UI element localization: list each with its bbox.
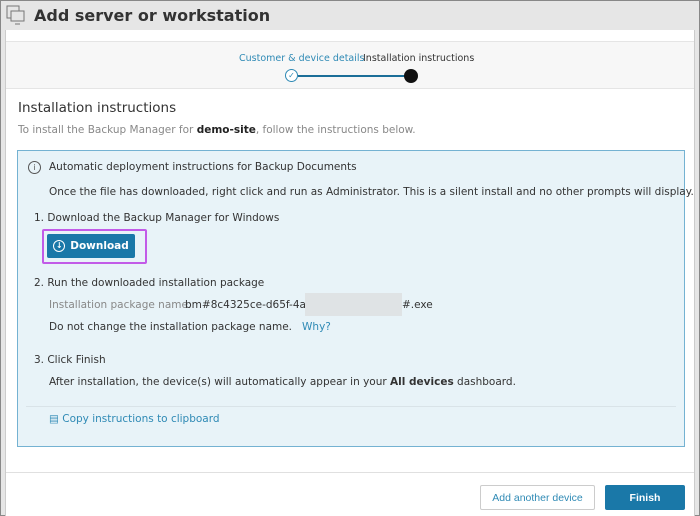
info-heading: Automatic deployment instructions for Ba…: [49, 161, 357, 173]
workstation-icon: [6, 5, 25, 25]
after-install-text: After installation, the device(s) will a…: [49, 376, 516, 388]
clipboard-icon: ▤: [49, 413, 59, 425]
step2-title: 2. Run the downloaded installation packa…: [34, 277, 265, 289]
add-another-device-button[interactable]: Add another device: [480, 485, 595, 510]
current-step-dot: [404, 69, 418, 83]
step3-title: 3. Click Finish: [34, 354, 106, 366]
package-suffix: #.exe: [402, 299, 433, 311]
site-name: demo-site: [196, 124, 256, 136]
step1-title: 1. Download the Backup Manager for Windo…: [34, 212, 280, 224]
step-customer-details[interactable]: Customer & device details: [239, 53, 364, 64]
stepper-line: [298, 75, 405, 77]
finish-button[interactable]: Finish: [605, 485, 685, 510]
title-bar: Add server or workstation: [0, 0, 700, 30]
dialog-panel: Customer & device details Installation i…: [5, 30, 695, 516]
divider: [26, 406, 676, 407]
intro-text: To install the Backup Manager for demo-s…: [18, 124, 416, 136]
package-prefix: bm#8c4325ce-d65f-4a9c-: [185, 299, 323, 311]
why-link[interactable]: Why?: [302, 321, 331, 333]
download-button[interactable]: ↓ Download: [47, 234, 135, 258]
download-label: Download: [70, 240, 129, 252]
info-note: Once the file has downloaded, right clic…: [49, 186, 694, 198]
package-label: Installation package name:: [49, 299, 192, 311]
step-installation-instructions: Installation instructions: [363, 53, 475, 64]
no-change-text: Do not change the installation package n…: [49, 321, 331, 333]
window-title: Add server or workstation: [34, 5, 271, 25]
redacted-block: [305, 293, 402, 316]
footer-divider: [6, 472, 694, 473]
instructions-box: i Automatic deployment instructions for …: [17, 150, 694, 447]
check-icon[interactable]: ✓: [285, 69, 298, 82]
info-icon: i: [28, 161, 41, 174]
section-title: Installation instructions: [18, 100, 177, 116]
stepper: Customer & device details Installation i…: [6, 41, 694, 89]
download-icon: ↓: [53, 240, 66, 252]
copy-instructions-link[interactable]: ▤ Copy instructions to clipboard: [49, 413, 220, 425]
